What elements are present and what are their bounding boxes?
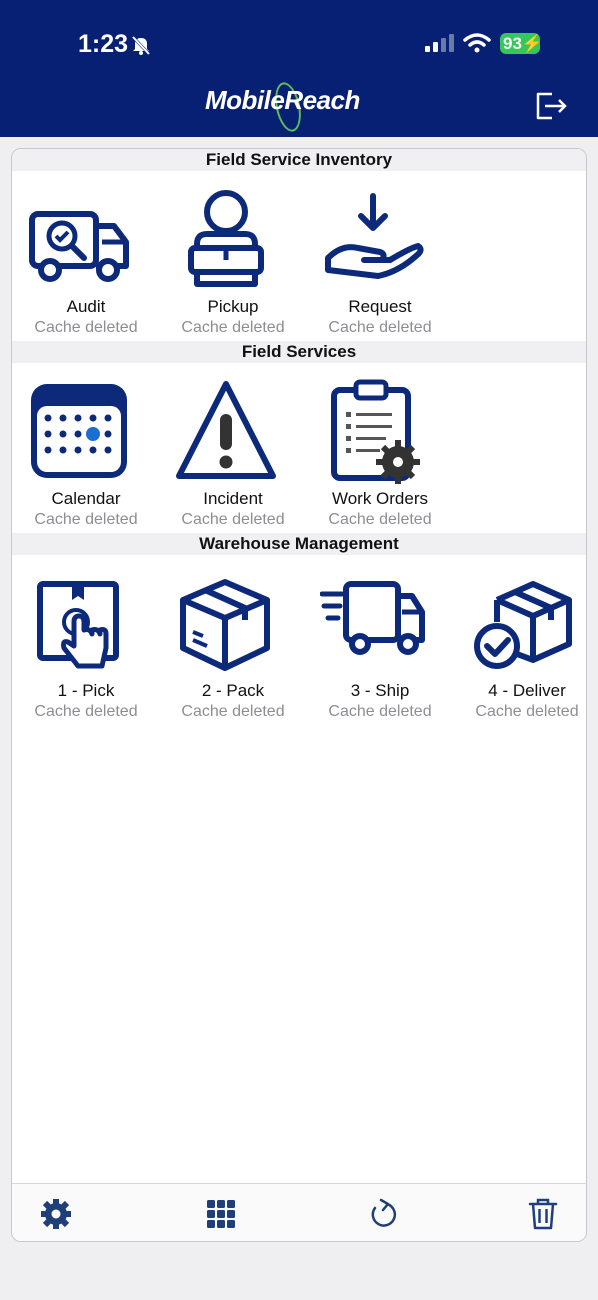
tile-status: Cache deleted — [181, 703, 285, 720]
tile-label: Incident — [203, 489, 263, 508]
tile-status: Cache deleted — [328, 703, 432, 720]
tile-label: 4 - Deliver — [488, 681, 566, 700]
wifi-icon — [463, 33, 491, 53]
box-icon — [180, 579, 270, 671]
hand-receive-icon — [325, 193, 424, 279]
tile-deliver[interactable]: 4 - Deliver Cache deleted — [453, 555, 586, 725]
tile-label: Request — [348, 297, 412, 316]
warning-icon — [176, 381, 276, 479]
section-row: 1 - Pick Cache deleted 2 - Pack Cache de… — [12, 555, 586, 725]
truck-search-icon — [29, 211, 129, 282]
tile-label: 1 - Pick — [57, 681, 115, 700]
delivery-truck-icon — [320, 581, 425, 655]
section-row: Calendar Cache deleted Incident Cache de… — [12, 363, 586, 533]
status-time: 1:23 — [78, 30, 129, 58]
section-header-field-service-inventory: Field Service Inventory — [12, 149, 586, 171]
section-row: Audit Cache deleted Pickup Cache deleted… — [12, 171, 586, 341]
tile-calendar[interactable]: Calendar Cache deleted — [12, 363, 160, 533]
refresh-icon[interactable] — [367, 1198, 399, 1230]
tile-status: Cache deleted — [328, 511, 432, 528]
tile-status: Cache deleted — [181, 319, 285, 336]
tile-pick[interactable]: 1 - Pick Cache deleted — [12, 555, 160, 725]
tile-label: 3 - Ship — [350, 681, 410, 700]
tile-status: Cache deleted — [34, 511, 138, 528]
tile-status: Cache deleted — [34, 319, 138, 336]
gear-icon[interactable] — [40, 1198, 72, 1230]
grid-icon[interactable] — [205, 1198, 237, 1230]
tile-label: Calendar — [51, 489, 121, 508]
tile-work-orders[interactable]: Work Orders Cache deleted — [306, 363, 454, 533]
tile-status: Cache deleted — [34, 703, 138, 720]
clipboard-gear-icon — [331, 379, 420, 484]
tile-status: Cache deleted — [181, 511, 285, 528]
battery-indicator: 93⚡ — [500, 33, 543, 54]
bottom-toolbar — [12, 1183, 586, 1241]
tile-label: 2 - Pack — [201, 681, 265, 700]
pick-icon — [37, 581, 119, 669]
tile-label: Pickup — [207, 297, 259, 316]
box-check-icon — [474, 581, 572, 669]
trash-icon[interactable] — [527, 1198, 559, 1230]
calendar-icon — [31, 384, 127, 478]
person-box-icon — [188, 190, 264, 287]
tile-status: Cache deleted — [475, 703, 579, 720]
tile-pack[interactable]: 2 - Pack Cache deleted — [159, 555, 307, 725]
tile-pickup[interactable]: Pickup Cache deleted — [159, 171, 307, 341]
bell-muted-icon — [131, 35, 151, 56]
app-logo: MobileReach — [205, 85, 360, 115]
tile-label: Audit — [66, 297, 106, 316]
tile-status: Cache deleted — [328, 319, 432, 336]
tile-label: Work Orders — [331, 489, 429, 508]
section-header-warehouse-management: Warehouse Management — [12, 533, 586, 555]
app-header: 1:23 93⚡ MobileReach — [0, 0, 598, 137]
tile-ship[interactable]: 3 - Ship Cache deleted — [306, 555, 454, 725]
logout-icon[interactable] — [532, 88, 568, 124]
battery-level: 93 — [503, 34, 522, 53]
tile-incident[interactable]: Incident Cache deleted — [159, 363, 307, 533]
signal-icon — [425, 34, 454, 52]
menu-card: Field Service Inventory Audit Cache dele… — [11, 148, 587, 1242]
section-header-field-services: Field Services — [12, 341, 586, 363]
tile-request[interactable]: Request Cache deleted — [306, 171, 454, 341]
tile-audit[interactable]: Audit Cache deleted — [12, 171, 160, 341]
